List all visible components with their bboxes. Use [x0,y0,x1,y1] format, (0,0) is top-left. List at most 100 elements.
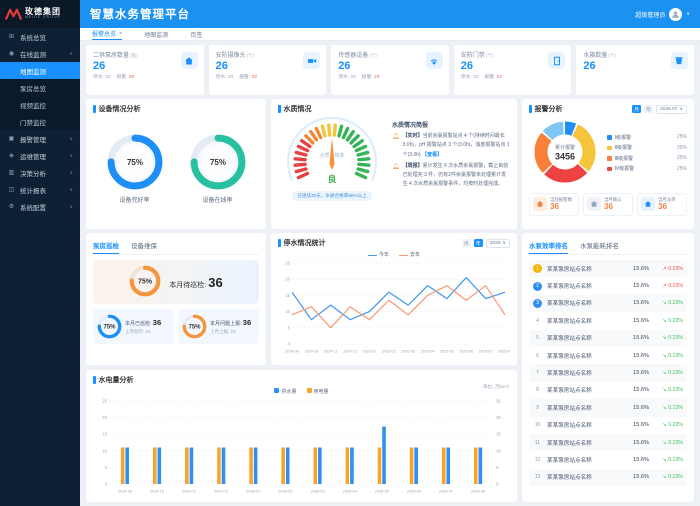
card-footer: 停水: 20 报警: 23 [338,75,380,80]
inspection-tab[interactable]: 泵房巡检 [93,238,119,254]
svg-text:2024-09: 2024-09 [285,350,299,354]
sidebar-item[interactable]: ⚙ 系统配置 ∨ [0,198,80,215]
stat-card: 传感器设备(个) 26 停水: 20 报警: 23 [331,45,449,95]
ranking-tab[interactable]: 水泵效率排名 [529,238,568,254]
svg-text:2025-05: 2025-05 [375,488,389,493]
ranking-row[interactable]: 7 某某泵房站点名称 15.6% ↘ 0.23% [529,364,687,382]
content: 二供泵房数量(座) 26 停水: 20 报警: 20 安防摄像头(个) 26 停水… [80,41,700,506]
svg-text:2024-11: 2024-11 [182,488,196,493]
card-footer: 停水: 20 报警: 23 [215,75,257,80]
ranking-row[interactable]: 4 某某泵房站点名称 15.6% ↘ 0.23% [529,312,687,329]
avatar[interactable] [669,7,683,21]
rank-number: 13 [534,474,541,481]
sidebar-subitem[interactable]: 门禁监控 [0,113,80,130]
close-icon[interactable]: × [119,31,122,37]
ranking-row[interactable]: 13 某某泵房站点名称 15.6% ↘ 0.23% [529,468,687,487]
card-footer: 停水: 20 报警: 20 [93,75,135,80]
period-select[interactable]: 2025.07 ∨ [656,104,687,114]
stat-label: 本月待巡检: [169,281,207,289]
sidebar-subitem[interactable]: 视频监控 [0,96,80,113]
alarm-icon: ▣ [8,136,15,142]
period-toggle-月[interactable]: 月 [632,105,642,113]
view-tab[interactable]: 报警总览 × [92,28,123,40]
tank-icon [670,52,688,69]
sidebar-item[interactable]: ◫ 统计报表 ∨ [0,181,80,198]
chevron-down-icon: ∨ [502,240,506,246]
ranking-row[interactable]: 2 某某泵房站点名称 15.6% ↗ 0.23% [529,277,687,294]
alarm-donut-chart: 累计报警 3456 [529,116,601,190]
svg-text:75%: 75% [138,279,153,286]
report-item: 🔔︎ 【周报】累计发生 6 次水质余氯报警，截止目前已处理完 3 件，仍有2件余氯… [392,162,510,190]
main: 智慧水务管理平台 超级管理员 ∨ 报警总览 × 地图监测 页签 二供泵房数量(座) 2… [80,0,700,506]
svg-text:2024-11: 2024-11 [324,350,337,354]
username: 超级管理员 [635,12,666,19]
ranking-tab[interactable]: 水泵能耗排名 [580,238,619,254]
rank-number: 4 [536,317,539,324]
svg-text:2025-07: 2025-07 [479,350,493,354]
sidebar: 玫德集团 MEIDE GROUP ⊞ 系统总览 ◉ 在线监测 ∧ 地图监测 泵房总览 视频监控… [0,0,80,506]
legend-item: Ⅱ级报警 25% [607,144,687,151]
period-toggle-月[interactable]: 月 [461,239,471,247]
sidebar-item[interactable]: ◉ 在线监测 ∧ [0,45,80,62]
inspection-tab[interactable]: 设备维保 [131,238,157,254]
period-toggle-年[interactable]: 年 [473,239,483,247]
logo: 玫德集团 MEIDE GROUP [0,0,80,28]
app-root: 玫德集团 MEIDE GROUP ⊞ 系统总览 ◉ 在线监测 ∧ 地图监测 泵房总览 视频监控… [0,0,700,506]
unit-label: 单位: 万kw·h [482,384,509,389]
rank-number: 11 [534,439,541,446]
svg-text:2025-08: 2025-08 [471,488,485,493]
svg-text:2024-10: 2024-10 [305,350,319,354]
ranking-row[interactable]: 8 某某泵房站点名称 15.6% ↘ 0.23% [529,382,687,399]
sidebar-item[interactable]: ◈ 运维管理 ∨ [0,147,80,164]
svg-text:0: 0 [288,342,291,347]
rank-number: 9 [536,404,539,411]
svg-text:2024-09: 2024-09 [118,488,132,493]
ranking-row[interactable]: 1 某某泵房站点名称 15.6% ↗ 0.23% [529,260,687,278]
sidebar-subitem[interactable]: 泵房总览 [0,79,80,96]
rank-number: 6 [536,352,539,359]
alarm-stat: 当月派单 36 [637,193,687,216]
inspection-panel: 泵房巡检 设备维保 75% 本月待巡检: 36 75% 本月已巡检: 36 上月巡检:… [86,233,266,365]
period-select[interactable]: 2025 ∨ [485,238,510,248]
rank-number: 10 [534,422,541,429]
chevron-down-icon[interactable]: ∨ [686,11,690,17]
ranking-row[interactable]: 11 某某泵房站点名称 15.6% ↘ 0.23% [529,433,687,452]
sidebar-item[interactable]: ⊞ 系统总览 [0,28,80,45]
period-toggle-年[interactable]: 年 [644,105,654,113]
card-footer [583,73,687,78]
rank-badge: 3 [533,298,542,308]
panel-title: 水质情况 [278,104,312,114]
water-quality-panel: 水质情况 水质合格率良 已连续30天，水质合格率96%以上 水质情况简报 🔔︎【… [271,99,517,229]
svg-text:2025-01: 2025-01 [363,350,377,354]
sidebar-item[interactable]: ▥ 决策分析 ∨ [0,164,80,181]
ranking-row[interactable]: 10 某某泵房站点名称 15.6% ↘ 0.23% [529,417,687,434]
view-tab[interactable]: 地图监测 [144,28,168,40]
ranking-row[interactable]: 6 某某泵房站点名称 15.6% ↘ 0.23% [529,347,687,364]
sidebar-item[interactable]: ▣ 报警管理 ∨ [0,130,80,147]
view-tab[interactable]: 页签 [190,28,202,40]
house-icon [641,197,655,212]
home-icon [180,52,198,69]
svg-text:2024-12: 2024-12 [214,488,228,493]
monitor-icon: ◉ [8,51,15,57]
svg-text:5: 5 [496,465,499,470]
ranking-row[interactable]: 5 某某泵房站点名称 15.6% ↘ 0.23% [529,329,687,347]
bell-icon: 🔔︎ [392,163,400,170]
svg-text:2025-01: 2025-01 [246,488,260,493]
legend-item: 供水量 [274,388,297,395]
progress-ring: 75% [182,314,207,339]
panel-title: 水电量分析 [93,375,134,385]
config-icon: ⚙ [8,204,15,210]
view-link[interactable]: 【查看】 [422,152,442,158]
outage-line-chart: 0 5 10 15 20 25 2024-09 2024-10 2024-11 2024-12 20… [278,259,512,358]
svg-text:75%: 75% [103,325,116,331]
ranking-row[interactable]: 12 某某泵房站点名称 15.6% ↘ 0.23% [529,451,687,468]
sensor-icon [425,52,443,69]
ranking-row[interactable]: 9 某某泵房站点名称 15.6% ↘ 0.23% [529,399,687,417]
sidebar-subitem[interactable]: 地图监测 [0,62,80,79]
rank-number: 7 [536,370,539,377]
chevron-down-icon: ∨ [679,106,683,112]
ranking-row[interactable]: 3 某某泵房站点名称 15.6% ↘ 0.23% [529,294,687,313]
alarm-stat: 当前报警数 36 [529,193,579,216]
rank-number: 12 [534,456,541,463]
